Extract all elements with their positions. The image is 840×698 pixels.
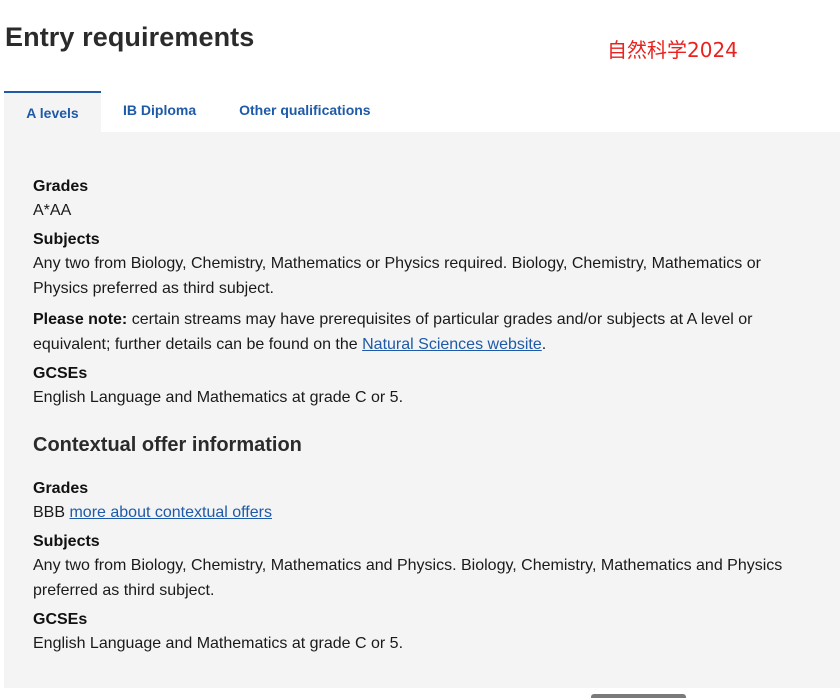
grades-label: Grades xyxy=(33,178,89,195)
qualification-tabs: A levels IB Diploma Other qualifications xyxy=(4,91,371,132)
contextual-offer-heading: Contextual offer information xyxy=(33,434,302,456)
tab-ib-diploma[interactable]: IB Diploma xyxy=(101,91,196,132)
grades-value: A*AA xyxy=(33,202,72,219)
contextual-gcses-value: English Language and Mathematics at grad… xyxy=(33,635,404,652)
partial-button-edge xyxy=(591,694,686,698)
please-note-label: Please note: xyxy=(33,311,128,328)
natural-sciences-website-link[interactable]: Natural Sciences website xyxy=(362,336,542,353)
contextual-offers-link[interactable]: more about contextual offers xyxy=(69,504,272,521)
please-note: Please note: certain streams may have pr… xyxy=(33,307,810,357)
please-note-end: . xyxy=(541,336,547,353)
red-annotation-text: 自然科学2024 xyxy=(607,38,738,62)
contextual-grades-text: BBB xyxy=(33,504,66,521)
tab-a-levels[interactable]: A levels xyxy=(4,91,101,132)
contextual-subjects-value: Any two from Biology, Chemistry, Mathema… xyxy=(33,557,783,599)
gcses-label: GCSEs xyxy=(33,365,88,382)
tab-panel-a-levels: Grades A*AA Subjects Any two from Biolog… xyxy=(4,132,840,688)
contextual-subjects-label: Subjects xyxy=(33,533,100,550)
contextual-gcses-label: GCSEs xyxy=(33,611,88,628)
contextual-grades-value: BBB more about contextual offers xyxy=(33,500,810,525)
tab-other-qualifications[interactable]: Other qualifications xyxy=(196,91,370,132)
subjects-label: Subjects xyxy=(33,231,100,248)
gcses-value: English Language and Mathematics at grad… xyxy=(33,389,404,406)
contextual-grades-label: Grades xyxy=(33,480,89,497)
subjects-value: Any two from Biology, Chemistry, Mathema… xyxy=(33,255,761,297)
page-title: Entry requirements xyxy=(5,22,255,52)
page: Entry requirements 自然科学2024 A levels IB … xyxy=(0,0,840,698)
